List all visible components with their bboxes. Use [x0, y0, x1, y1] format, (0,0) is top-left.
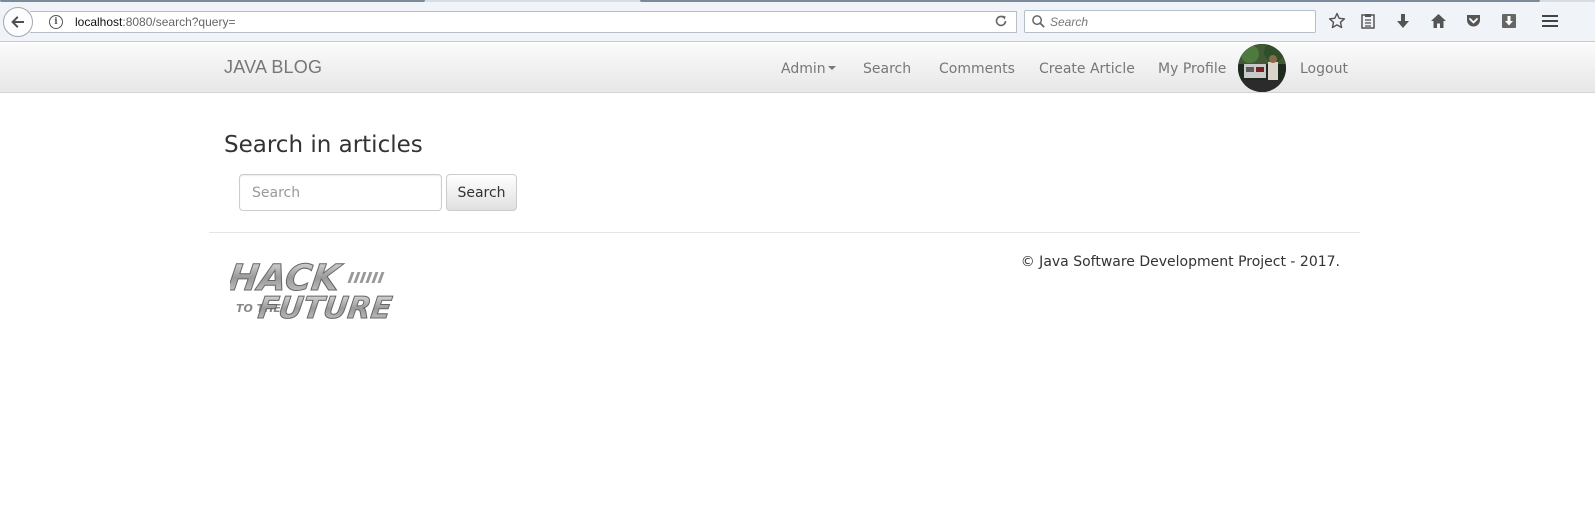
- brand-link[interactable]: JAVA BLOG: [224, 57, 322, 78]
- browser-search-box[interactable]: [1024, 10, 1316, 33]
- save-to-downloads-icon[interactable]: [1499, 11, 1519, 31]
- nav-create-article[interactable]: Create Article: [1039, 61, 1135, 77]
- avatar[interactable]: [1238, 44, 1286, 92]
- page-title: Search in articles: [224, 132, 423, 158]
- address-text[interactable]: localhost:8080/search?query=: [75, 15, 235, 29]
- menu-icon[interactable]: [1540, 11, 1560, 31]
- browser-toolbar: i localhost:8080/search?query=: [0, 0, 1595, 42]
- nav-admin-label: Admin: [781, 61, 826, 77]
- search-icon: [1032, 15, 1045, 28]
- nav-comments[interactable]: Comments: [939, 61, 1015, 77]
- nav-admin-dropdown[interactable]: Admin: [781, 61, 836, 77]
- url-host: localhost: [75, 15, 123, 29]
- browser-search-input[interactable]: [1050, 14, 1300, 29]
- chevron-down-icon: [827, 66, 836, 70]
- tab-edge-left: [0, 0, 425, 2]
- hack-to-the-future-logo: HACK TO THE FUTURE: [225, 254, 395, 328]
- home-icon[interactable]: [1428, 11, 1448, 31]
- search-button[interactable]: Search: [446, 174, 517, 211]
- copyright-text: © Java Software Development Project - 20…: [1020, 254, 1340, 270]
- nav-logout[interactable]: Logout: [1300, 61, 1348, 77]
- pocket-icon[interactable]: [1463, 11, 1483, 31]
- download-icon[interactable]: [1393, 11, 1413, 31]
- site-navbar: JAVA BLOG Admin Search Comments Create A…: [0, 43, 1595, 93]
- tab-edge-right: [640, 0, 1540, 2]
- reload-icon[interactable]: [994, 14, 1008, 32]
- article-search-input[interactable]: [239, 174, 442, 211]
- bookmarks-list-icon[interactable]: [1358, 11, 1378, 31]
- nav-search[interactable]: Search: [863, 61, 911, 77]
- nav-my-profile[interactable]: My Profile: [1158, 61, 1226, 77]
- footer-divider: [209, 232, 1360, 233]
- svg-text:FUTURE: FUTURE: [256, 291, 394, 326]
- bookmark-star-icon[interactable]: [1327, 11, 1347, 31]
- back-button[interactable]: [3, 7, 33, 37]
- url-path: :8080/search?query=: [122, 15, 236, 29]
- address-bar[interactable]: i localhost:8080/search?query=: [30, 11, 1017, 33]
- site-info-icon[interactable]: i: [49, 15, 63, 29]
- back-arrow-icon: [11, 16, 24, 28]
